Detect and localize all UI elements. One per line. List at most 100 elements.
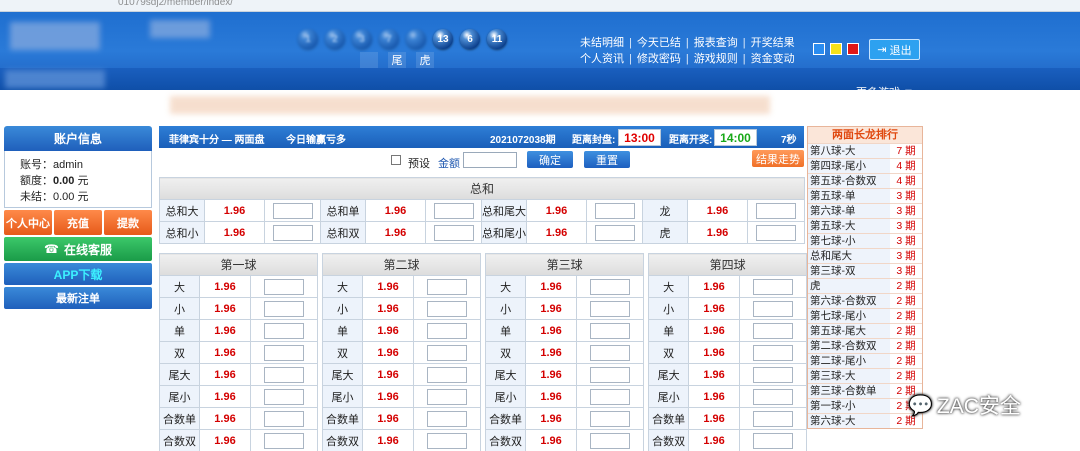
bet-amount-input[interactable] [590, 300, 631, 317]
top-link[interactable]: 开奖结果 [751, 35, 795, 51]
bet-amount-input[interactable] [590, 432, 631, 449]
bet-amount-input[interactable] [264, 278, 305, 295]
ball-row: 合数单 1.96 [485, 407, 645, 430]
odds-value: 1.96 [204, 199, 265, 222]
bet-amount-input[interactable] [753, 388, 794, 405]
bet-amount-input[interactable] [264, 410, 305, 427]
bet-amount-input[interactable] [427, 322, 468, 339]
odds-value: 1.96 [688, 407, 741, 430]
bet-amount-input[interactable] [753, 300, 794, 317]
amount-input[interactable] [463, 152, 517, 168]
bet-amount-input[interactable] [590, 344, 631, 361]
bet-amount-input[interactable] [756, 202, 797, 219]
odds-value: 1.96 [199, 319, 251, 342]
ranking-item-count: 2 期 [890, 309, 922, 323]
theme-color-switcher[interactable] [813, 43, 859, 55]
ranking-row: 第五球-单 3 期 [808, 188, 922, 203]
logout-button[interactable]: ⇥ 退出 [869, 39, 920, 60]
deposit-button[interactable]: 充值 [54, 210, 102, 235]
top-link[interactable]: 未结明细 [580, 35, 624, 51]
odds-value: 1.96 [362, 297, 415, 320]
top-link[interactable]: 报表查询 [694, 35, 738, 51]
confirm-button[interactable]: 确定 [527, 151, 573, 168]
bet-input-cell [249, 275, 319, 298]
withdraw-button[interactable]: 提款 [104, 210, 152, 235]
bet-input-cell [739, 275, 808, 298]
bet-amount-input[interactable] [264, 344, 305, 361]
theme-color-swatch[interactable] [847, 43, 859, 55]
bet-amount-input[interactable] [590, 278, 631, 295]
ball-row: 合数双 1.96 [159, 429, 319, 451]
bet-amount-input[interactable] [753, 432, 794, 449]
bet-input-cell [413, 297, 482, 320]
odds-value: 1.96 [199, 407, 251, 430]
bet-amount-input[interactable] [590, 388, 631, 405]
odds-value: 1.96 [688, 275, 741, 298]
bet-amount-input[interactable] [427, 300, 468, 317]
bet-amount-input[interactable] [427, 344, 468, 361]
browser-address-bar[interactable]: 01079sdj2/member/index/ [0, 0, 1080, 12]
bet-amount-input[interactable] [594, 224, 635, 241]
top-link[interactable]: 个人资讯 [580, 51, 624, 67]
link-separator: | [685, 37, 689, 49]
bet-input-cell [576, 429, 645, 451]
ranking-item-name: 第四球-尾小 [808, 159, 890, 173]
result-trend-button[interactable]: 结果走势 [752, 150, 804, 167]
bet-option-label: 双 [159, 341, 200, 364]
ranking-item-name: 第六球-单 [808, 204, 890, 218]
bet-option-label: 总和单 [320, 199, 366, 222]
bet-amount-input[interactable] [433, 224, 474, 241]
bet-amount-input[interactable] [753, 278, 794, 295]
bet-option-label: 小 [322, 297, 364, 320]
ball-row: 尾大 1.96 [485, 363, 645, 386]
bet-amount-input[interactable] [590, 366, 631, 383]
bet-amount-input[interactable] [264, 366, 305, 383]
top-link[interactable]: 今天已结 [637, 35, 681, 51]
top-link[interactable]: 游戏规则 [694, 51, 738, 67]
theme-color-swatch[interactable] [830, 43, 842, 55]
bet-amount-input[interactable] [756, 224, 797, 241]
top-link[interactable]: 修改密码 [637, 51, 681, 67]
ball-table: 第三球大 1.96 小 1.96 单 1.96 双 1.96 尾大 1.96 尾小 1.96 合数单 1.… [485, 253, 645, 451]
bet-amount-input[interactable] [590, 410, 631, 427]
ranking-row: 第七球-尾小 2 期 [808, 308, 922, 323]
ball-row: 单 1.96 [648, 319, 808, 342]
app-download-button[interactable]: APP下载 [4, 263, 152, 285]
bet-amount-input[interactable] [427, 432, 468, 449]
bet-amount-input[interactable] [264, 300, 305, 317]
link-separator: | [742, 37, 746, 49]
bet-amount-input[interactable] [264, 322, 305, 339]
bet-amount-input[interactable] [427, 410, 468, 427]
preset-checkbox[interactable] [391, 155, 401, 165]
bet-amount-input[interactable] [272, 224, 313, 241]
credit-unit: 元 [77, 175, 89, 187]
bet-option-label: 单 [485, 319, 527, 342]
bet-amount-input[interactable] [590, 322, 631, 339]
bet-amount-input[interactable] [753, 344, 794, 361]
odds-value: 1.96 [365, 221, 426, 244]
ranking-item-name: 第六球-大 [808, 414, 890, 428]
latest-bets-button[interactable]: 最新注单 [4, 287, 152, 309]
top-link[interactable]: 资金变动 [751, 51, 795, 67]
bet-amount-input[interactable] [427, 278, 468, 295]
ball-row: 合数单 1.96 [159, 407, 319, 430]
personal-center-button[interactable]: 个人中心 [4, 210, 52, 235]
bet-amount-input[interactable] [427, 366, 468, 383]
bet-amount-input[interactable] [264, 388, 305, 405]
bet-amount-input[interactable] [272, 202, 313, 219]
theme-color-swatch[interactable] [813, 43, 825, 55]
bet-amount-input[interactable] [264, 432, 305, 449]
bet-amount-input[interactable] [753, 322, 794, 339]
today-win-loss: 今日输赢亏多 [286, 135, 346, 146]
draw-ball: 13 [433, 29, 453, 49]
reset-button[interactable]: 重置 [584, 151, 630, 168]
bet-amount-input[interactable] [753, 410, 794, 427]
bet-option-label: 合数双 [485, 429, 527, 451]
ranking-item-name: 第六球-合数双 [808, 294, 890, 308]
bet-amount-input[interactable] [753, 366, 794, 383]
bet-amount-input[interactable] [594, 202, 635, 219]
bet-amount-input[interactable] [433, 202, 474, 219]
bet-input-cell [746, 199, 806, 222]
bet-amount-input[interactable] [427, 388, 468, 405]
online-service-button[interactable]: ☎ 在线客服 [4, 237, 152, 261]
